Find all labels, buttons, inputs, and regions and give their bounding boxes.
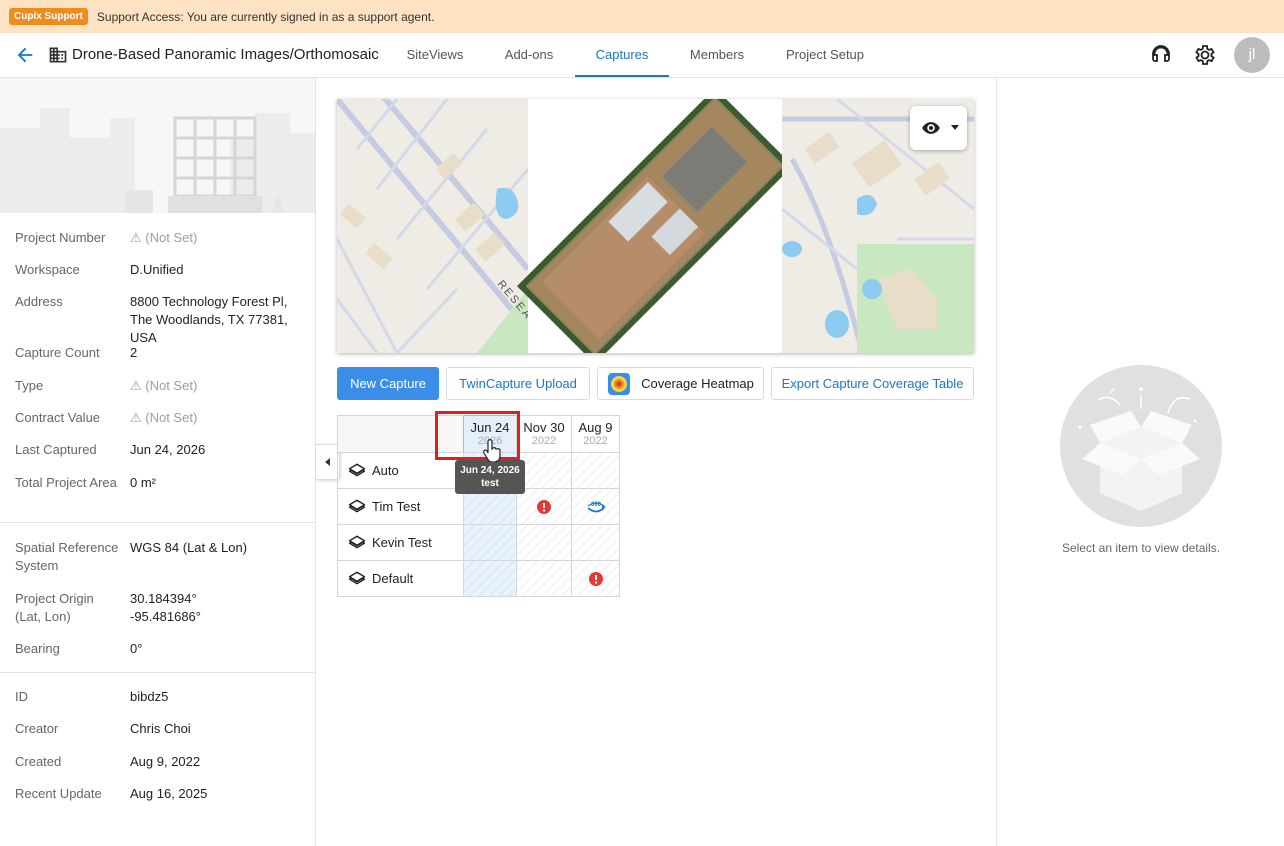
tab-siteviews[interactable]: SiteViews — [396, 33, 474, 77]
prop-label: Total Project Area — [15, 475, 117, 490]
column-year: 2022 — [531, 435, 557, 447]
capture-cell[interactable] — [463, 524, 517, 561]
prop-label: Created — [15, 754, 62, 769]
gear-icon[interactable] — [1193, 43, 1217, 67]
export-coverage-table-button[interactable]: Export Capture Coverage Table — [771, 367, 974, 400]
prop-label: Bearing — [15, 641, 60, 656]
prop-value: Jun 24, 2026 — [130, 442, 206, 457]
row-label-text: Default — [372, 571, 414, 586]
tab-captures[interactable]: Captures — [575, 33, 669, 77]
prop-value: 8800 Technology Forest Pl, The Woodlands… — [130, 294, 288, 345]
user-avatar[interactable]: jl — [1234, 37, 1270, 73]
row-label-text: Kevin Test — [372, 535, 432, 550]
prop-label: Spatial Reference System — [15, 540, 119, 573]
project-title: Drone-Based Panoramic Images/Orthomosaic — [72, 46, 379, 63]
prop-value-lon: -95.481686° — [130, 609, 201, 624]
error-icon[interactable] — [537, 499, 551, 514]
tab-add-ons[interactable]: Add-ons — [495, 33, 563, 77]
prop-value: Chris Choi — [130, 721, 191, 736]
prop-value: bibdz5 — [130, 689, 169, 704]
app-header: Drone-Based Panoramic Images/Orthomosaic… — [0, 33, 1284, 78]
prop-value: Aug 9, 2022 — [130, 754, 201, 769]
prop-label: Creator — [15, 721, 59, 736]
capture-cell[interactable] — [571, 452, 620, 489]
empty-details-text: Select an item to view details. — [1061, 541, 1221, 555]
error-icon[interactable] — [588, 571, 603, 586]
panorama-360-icon[interactable]: 360 — [585, 498, 607, 516]
eye-icon — [922, 122, 940, 134]
tooltip-name: test — [481, 478, 499, 489]
capture-cell[interactable] — [571, 524, 620, 561]
tooltip-date: Jun 24, 2026 — [460, 465, 520, 476]
support-headset-icon[interactable] — [1149, 43, 1173, 67]
prop-value: WGS 84 (Lat & Lon) — [130, 540, 248, 555]
prop-label: Type — [15, 378, 44, 393]
capture-cell[interactable] — [516, 488, 572, 525]
project-info-panel: Project Number ⚠ (Not Set) Workspace D.U… — [0, 78, 316, 846]
coverage-heatmap-button[interactable]: Coverage Heatmap — [597, 367, 764, 400]
project-map[interactable]: RESEARCH FOR — [337, 99, 974, 353]
empty-box-illustration — [1060, 365, 1222, 527]
row-label-kevin-test[interactable]: Kevin Test — [337, 524, 464, 561]
prop-value: ⚠ (Not Set) — [130, 230, 198, 245]
tab-members[interactable]: Members — [681, 33, 753, 77]
capture-cell[interactable] — [463, 560, 517, 597]
chevron-left-icon — [324, 458, 330, 466]
prop-value: D.Unified — [130, 262, 184, 277]
hand-cursor-icon — [483, 439, 501, 462]
column-header-nov30[interactable]: Nov 30 2022 — [516, 415, 572, 453]
prop-label: Recent Update — [15, 786, 102, 801]
layers-icon — [348, 463, 366, 476]
coverage-heatmap-label: Coverage Heatmap — [641, 376, 754, 391]
row-label-text: Tim Test — [372, 499, 421, 514]
row-label-tim-test[interactable]: Tim Test — [337, 488, 464, 525]
building-icon — [49, 47, 67, 63]
support-banner: Cupix Support Support Access: You are cu… — [0, 0, 1284, 33]
section-divider — [0, 672, 315, 673]
prop-value: 2 — [130, 345, 138, 360]
column-date: Aug 9 — [578, 420, 613, 435]
layers-icon — [348, 499, 366, 512]
prop-value-lat: 30.184394° — [130, 591, 197, 606]
column-date: Nov 30 — [523, 420, 565, 435]
support-badge: Cupix Support — [9, 8, 88, 25]
prop-value: Aug 16, 2025 — [130, 786, 208, 801]
prop-value: 0 m² — [130, 475, 156, 490]
heatmap-icon — [608, 372, 631, 395]
prop-value: ⚠ (Not Set) — [130, 378, 198, 393]
layer-visibility-dropdown[interactable] — [910, 106, 967, 150]
prop-label: Contract Value — [15, 410, 101, 425]
column-header-aug9[interactable]: Aug 9 2022 — [571, 415, 620, 453]
selection-highlight — [435, 411, 520, 460]
details-panel: Select an item to view details. — [996, 78, 1284, 846]
tab-project-setup[interactable]: Project Setup — [777, 33, 873, 77]
capture-cell[interactable] — [571, 560, 620, 597]
new-capture-button[interactable]: New Capture — [337, 367, 439, 400]
column-year: 2022 — [583, 435, 608, 447]
capture-tooltip: Jun 24, 2026 test — [455, 460, 525, 494]
prop-label: Last Captured — [15, 442, 97, 457]
row-label-default[interactable]: Default — [337, 560, 464, 597]
project-placeholder-image — [0, 78, 315, 213]
layers-icon — [348, 535, 366, 548]
support-message: Support Access: You are currently signed… — [96, 9, 435, 24]
prop-label: Capture Count — [15, 345, 100, 360]
prop-label: Workspace — [15, 262, 80, 277]
prop-label: ID — [15, 689, 28, 704]
prop-label: Project Number — [15, 230, 106, 245]
row-label-text: Auto — [372, 463, 399, 478]
capture-cell[interactable] — [516, 560, 572, 597]
twincapture-upload-button[interactable]: TwinCapture Upload — [446, 367, 590, 400]
prop-value: ⚠ (Not Set) — [130, 410, 198, 425]
capture-cell[interactable]: 360 — [571, 488, 620, 525]
prop-label: Address — [15, 294, 63, 309]
layers-icon — [348, 571, 366, 584]
caret-down-icon — [951, 125, 959, 130]
prop-label: Project Origin (Lat, Lon) — [15, 591, 94, 624]
back-arrow-icon[interactable] — [14, 44, 36, 66]
capture-cell[interactable] — [516, 524, 572, 561]
section-divider — [0, 522, 315, 523]
prop-value: 0° — [130, 641, 143, 656]
